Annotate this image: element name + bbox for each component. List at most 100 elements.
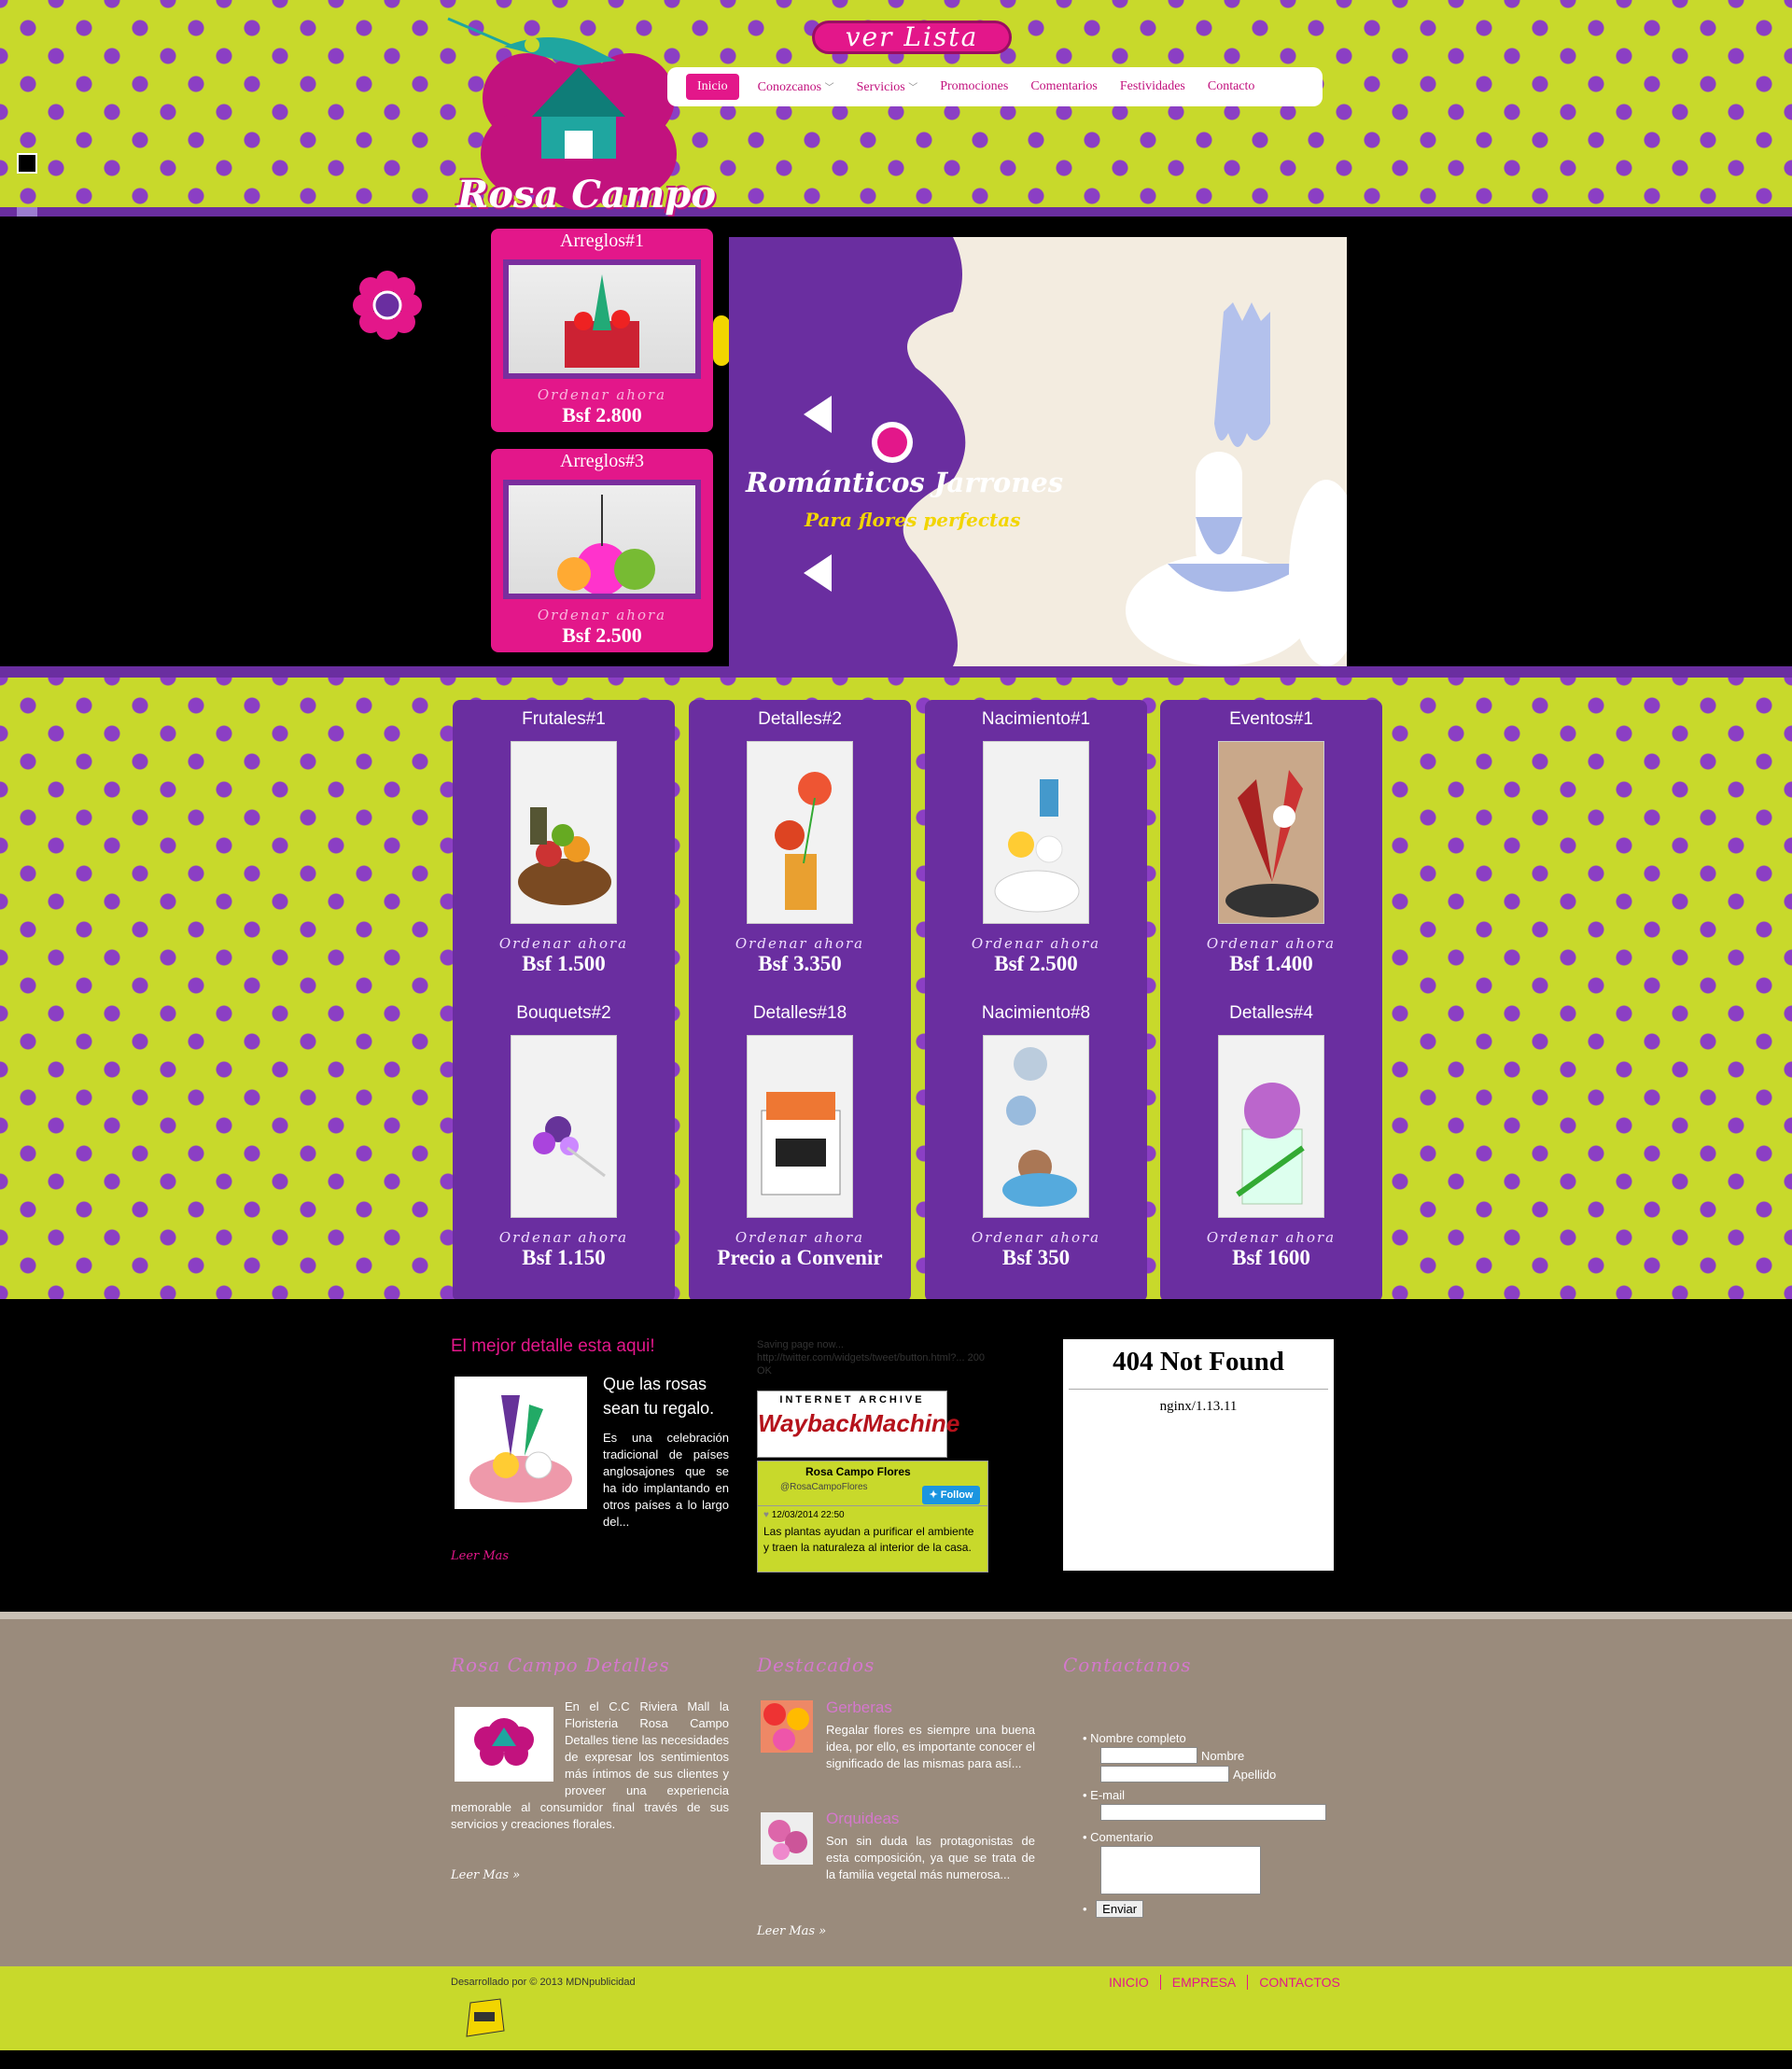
nav-servicios[interactable]: Servicios ﹀ bbox=[846, 74, 930, 101]
logo-text: Rosa Campo bbox=[457, 173, 717, 217]
order-now-link[interactable]: Ordenar ahora bbox=[925, 1229, 1147, 1246]
nav-conozcanos[interactable]: Conozcanos ﹀ bbox=[747, 74, 846, 101]
last-name-input[interactable] bbox=[1100, 1766, 1229, 1782]
nav-servicios-label: Servicios bbox=[856, 79, 905, 94]
first-name-input[interactable] bbox=[1100, 1747, 1197, 1764]
product-image[interactable] bbox=[983, 741, 1089, 924]
product-card[interactable]: Frutales#1 Ordenar ahora Bsf 1.500 bbox=[453, 700, 675, 994]
comment-label: • Comentario bbox=[1083, 1830, 1154, 1844]
main-nav: Inicio Conozcanos ﹀ Servicios ﹀ Promocio… bbox=[667, 67, 1323, 106]
nav-festividades[interactable]: Festividades bbox=[1109, 74, 1197, 100]
blog-image[interactable] bbox=[455, 1377, 587, 1509]
product-price: Bsf 1600 bbox=[1232, 1246, 1310, 1269]
bird-icon: ✦ bbox=[929, 1489, 938, 1501]
tweet-date-text: 12/03/2014 22:50 bbox=[771, 1510, 845, 1520]
footer-link-empresa[interactable]: EMPRESA bbox=[1161, 1975, 1249, 1990]
header-divider bbox=[0, 207, 1792, 217]
order-now-link[interactable]: Ordenar ahora bbox=[689, 935, 911, 952]
product-image[interactable] bbox=[509, 265, 695, 373]
order-now-link[interactable]: Ordenar ahora bbox=[1160, 935, 1382, 952]
nav-inicio[interactable]: Inicio bbox=[686, 74, 739, 100]
product-title: Detalles#2 bbox=[758, 709, 842, 729]
archive-saving-text: Saving page now... http://twitter.com/wi… bbox=[757, 1339, 985, 1377]
credit-text: Desarrollado por © 2013 MDNpublicidad bbox=[451, 1977, 636, 1988]
product-title: Detalles#4 bbox=[1229, 1003, 1313, 1023]
product-image[interactable] bbox=[1218, 1035, 1324, 1218]
product-price: Bsf 1.400 bbox=[1229, 952, 1313, 975]
product-price: Bsf 1.150 bbox=[522, 1246, 606, 1269]
product-image[interactable] bbox=[983, 1035, 1089, 1218]
featured-product-2[interactable]: Arreglos#3 Ordenar ahora Bsf 2.500 bbox=[491, 449, 713, 652]
tweet-text: Las plantas ayudan a purificar el ambien… bbox=[763, 1525, 974, 1554]
twitter-follow-label: Follow bbox=[940, 1489, 973, 1501]
order-now-link[interactable]: Ordenar ahora bbox=[453, 935, 675, 952]
wayback-top-text: INTERNET ARCHIVE bbox=[779, 1394, 925, 1405]
product-card[interactable]: Bouquets#2 Ordenar ahora Bsf 1.150 bbox=[453, 994, 675, 1302]
twitter-name[interactable]: Rosa Campo Flores bbox=[800, 1461, 987, 1482]
product-title: Frutales#1 bbox=[522, 709, 606, 729]
slider-prev-handle[interactable] bbox=[713, 315, 730, 366]
featured-item-title[interactable]: Orquideas bbox=[826, 1810, 899, 1828]
product-card[interactable]: Eventos#1 Ordenar ahora Bsf 1.400 bbox=[1160, 700, 1382, 994]
gerberas-thumbnail[interactable] bbox=[761, 1700, 813, 1753]
twitter-widget: Rosa Campo Flores @RosaCampoFlores ✦ Fol… bbox=[757, 1461, 988, 1573]
product-image[interactable] bbox=[1218, 741, 1324, 924]
submit-row: • Enviar bbox=[1083, 1900, 1325, 1918]
agency-logo[interactable] bbox=[461, 1997, 508, 2038]
comment-textarea[interactable] bbox=[1100, 1846, 1261, 1894]
email-input[interactable] bbox=[1100, 1804, 1326, 1821]
product-card[interactable]: Detalles#18 Ordenar ahora Precio a Conve… bbox=[689, 994, 911, 1302]
section-divider bbox=[0, 666, 1792, 678]
product-card[interactable]: Nacimiento#1 Ordenar ahora Bsf 2.500 bbox=[925, 700, 1147, 994]
footer-link-contactos[interactable]: CONTACTOS bbox=[1248, 1975, 1351, 1990]
footer-link-inicio[interactable]: INICIO bbox=[1098, 1975, 1161, 1990]
footer-contact-title: Contactanos bbox=[1063, 1654, 1192, 1676]
footer-about-text: En el C.C Riviera Mall la Floristeria Ro… bbox=[451, 1699, 729, 1833]
nav-contacto[interactable]: Contacto bbox=[1197, 74, 1267, 100]
order-now-link[interactable]: Ordenar ahora bbox=[491, 386, 713, 403]
contact-form: • Nombre completo Nombre Apellido • E-ma… bbox=[1083, 1731, 1326, 1918]
featured-item-text: Son sin duda las protagonistas de esta c… bbox=[826, 1834, 1035, 1881]
order-now-link[interactable]: Ordenar ahora bbox=[491, 607, 713, 623]
product-title: Arreglos#3 bbox=[560, 451, 644, 471]
product-price: Precio a Convenir bbox=[717, 1246, 883, 1269]
product-image[interactable] bbox=[509, 485, 695, 595]
banner-slide[interactable] bbox=[729, 237, 1347, 666]
product-image[interactable] bbox=[511, 1035, 617, 1218]
theme-swatch-black[interactable] bbox=[17, 153, 37, 174]
order-now-link[interactable]: Ordenar ahora bbox=[1160, 1229, 1382, 1246]
product-image[interactable] bbox=[747, 741, 853, 924]
chevron-down-icon: ﹀ bbox=[908, 82, 918, 93]
email-label: • E-mail bbox=[1083, 1788, 1126, 1802]
footer-featured-read-more[interactable]: Leer Mas » bbox=[757, 1924, 826, 1938]
nav-comentarios[interactable]: Comentarios bbox=[1019, 74, 1109, 100]
nav-promociones[interactable]: Promociones bbox=[929, 74, 1019, 100]
heart-icon: ♥ bbox=[763, 1510, 769, 1520]
order-now-link[interactable]: Ordenar ahora bbox=[925, 935, 1147, 952]
twitter-follow-button[interactable]: ✦ Follow bbox=[922, 1486, 980, 1504]
featured-product-1[interactable]: Arreglos#1 Ordenar ahora Bsf 2.800 bbox=[491, 229, 713, 432]
ver-lista-button[interactable]: ver Lista bbox=[812, 21, 1012, 54]
slide-title: Románticos Jarrones bbox=[746, 467, 1064, 498]
blog-title: El mejor detalle esta aqui! bbox=[451, 1336, 655, 1356]
not-found-title: 404 Not Found bbox=[1113, 1347, 1284, 1377]
order-now-link[interactable]: Ordenar ahora bbox=[453, 1229, 675, 1246]
footer-about-read-more[interactable]: Leer Mas » bbox=[451, 1868, 520, 1882]
product-card[interactable]: Detalles#4 Ordenar ahora Bsf 1600 bbox=[1160, 994, 1382, 1302]
not-found-frame: 404 Not Found nginx/1.13.11 bbox=[1063, 1339, 1334, 1571]
submit-button[interactable]: Enviar bbox=[1096, 1900, 1144, 1918]
first-name-label: Nombre bbox=[1201, 1748, 1245, 1763]
product-price: Bsf 2.800 bbox=[562, 403, 642, 426]
product-card[interactable]: Nacimiento#8 Ordenar ahora Bsf 350 bbox=[925, 994, 1147, 1302]
wayback-logo[interactable]: INTERNET ARCHIVE WaybackMachine bbox=[757, 1391, 959, 1458]
product-image[interactable] bbox=[511, 741, 617, 924]
product-image[interactable] bbox=[747, 1035, 853, 1218]
product-image-frame bbox=[503, 480, 701, 599]
product-card[interactable]: Detalles#2 Ordenar ahora Bsf 3.350 bbox=[689, 700, 911, 994]
product-title: Nacimiento#8 bbox=[981, 1003, 1091, 1023]
read-more-link[interactable]: Leer Mas bbox=[451, 1549, 509, 1563]
featured-item-title[interactable]: Gerberas bbox=[826, 1699, 892, 1717]
order-now-link[interactable]: Ordenar ahora bbox=[689, 1229, 911, 1246]
product-price: Bsf 1.500 bbox=[522, 952, 606, 975]
orquideas-thumbnail[interactable] bbox=[761, 1812, 813, 1865]
